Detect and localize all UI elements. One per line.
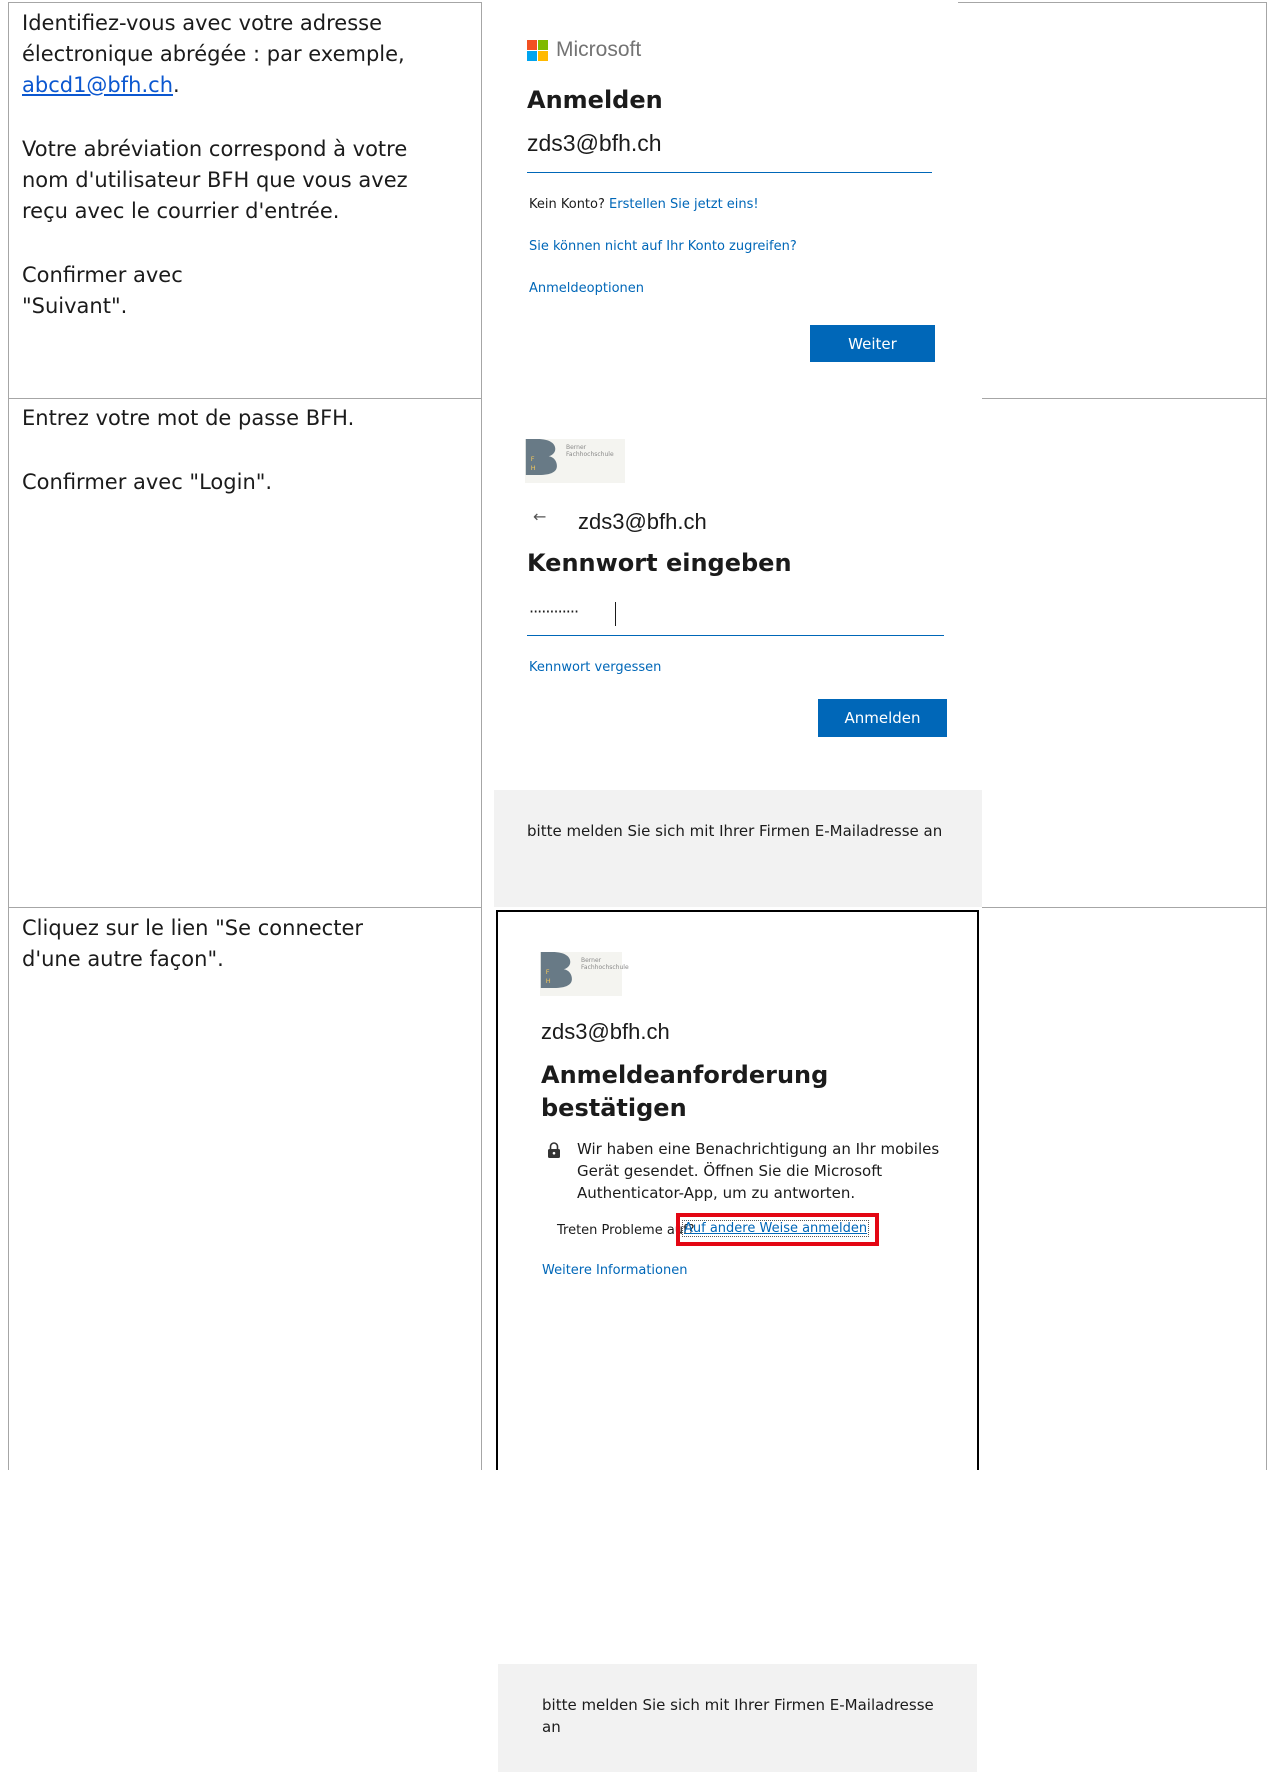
microsoft-brand-text: Microsoft bbox=[556, 38, 642, 61]
instruction-text: Entrez votre mot de passe BFH. bbox=[22, 406, 355, 430]
forgot-password-link[interactable]: Kennwort vergessen bbox=[529, 660, 661, 675]
bfh-logo: F H Berner Fachhochschule bbox=[540, 952, 629, 996]
instruction-text: Identifiez-vous avec votre adresse bbox=[22, 11, 383, 35]
instruction-text: Confirmer avec "Login". bbox=[22, 470, 273, 494]
notification-notice: Wir haben eine Benachrichtigung an Ihr m… bbox=[577, 1140, 940, 1202]
microsoft-logo-icon bbox=[527, 40, 548, 61]
row3-instructions: Cliquez sur le lien "Se connecter d'une … bbox=[22, 913, 472, 975]
password-input-underline bbox=[527, 635, 944, 636]
no-account-text: Kein Konto? bbox=[529, 197, 605, 212]
password-title: Kennwort eingeben bbox=[527, 549, 792, 577]
account-email: zds3@bfh.ch bbox=[578, 509, 707, 534]
row2-instructions: Entrez votre mot de passe BFH. Confirmer… bbox=[22, 403, 472, 498]
bfh-logo: F H Berner Fachhochschule bbox=[525, 439, 625, 483]
svg-text:F: F bbox=[531, 455, 535, 463]
password-input[interactable]: ············ bbox=[527, 599, 944, 635]
instruction-text: "Suivant". bbox=[22, 294, 128, 318]
create-account-link[interactable]: Erstellen Sie jetzt eins! bbox=[609, 197, 759, 212]
password-mask: ············ bbox=[529, 602, 579, 621]
bfh-b-logo-icon: F H bbox=[540, 952, 572, 988]
column-divider bbox=[481, 2, 482, 1470]
instruction-text: Cliquez sur le lien "Se connecter bbox=[22, 916, 364, 940]
text-cursor bbox=[615, 602, 616, 626]
instruction-text: Confirmer avec bbox=[22, 263, 183, 287]
approve-request-screenshot: F H Berner Fachhochschule zds3@bfh.ch An… bbox=[496, 910, 979, 1772]
row-divider-2-right bbox=[982, 907, 1267, 908]
instruction-text: nom d'utilisateur BFH que vous avez bbox=[22, 168, 408, 192]
no-account-line: Kein Konto? Erstellen Sie jetzt eins! bbox=[529, 197, 759, 212]
next-button[interactable]: Weiter bbox=[810, 325, 935, 362]
footer-text: bitte melden Sie sich mit Ihrer Firmen E… bbox=[527, 822, 943, 840]
account-email: zds3@bfh.ch bbox=[541, 1019, 670, 1044]
table-top-border-right bbox=[958, 2, 1267, 3]
back-arrow-icon[interactable]: ← bbox=[533, 507, 546, 526]
approve-request-title: Anmeldeanforderung bestätigen bbox=[541, 1061, 829, 1122]
footer-text: bitte melden Sie sich mit Ihrer Firmen E… bbox=[542, 1696, 934, 1736]
instruction-text: Votre abréviation correspond à votre bbox=[22, 137, 408, 161]
instruction-text: reçu avec le courrier d'entrée. bbox=[22, 199, 340, 223]
bfh-logo-text: Berner Fachhochschule bbox=[581, 957, 629, 971]
table-left-border bbox=[8, 2, 9, 1470]
table-top-border bbox=[8, 2, 482, 3]
problem-text: Treten Probleme auf? bbox=[557, 1223, 695, 1238]
svg-text:H: H bbox=[546, 977, 551, 985]
bfh-b-logo-icon: F H bbox=[525, 439, 557, 475]
row-divider-2 bbox=[8, 907, 482, 908]
email-input[interactable]: zds3@bfh.ch bbox=[527, 130, 931, 157]
microsoft-signin-screenshot: Microsoft Anmelden zds3@bfh.ch Kein Kont… bbox=[483, 3, 958, 397]
signin-button[interactable]: Anmelden bbox=[818, 699, 947, 737]
lock-icon bbox=[548, 1142, 560, 1158]
example-email-link[interactable]: abcd1@bfh.ch bbox=[22, 73, 173, 97]
instruction-text: d'une autre façon". bbox=[22, 947, 224, 971]
signin-title: Anmelden bbox=[527, 86, 663, 114]
email-input-underline bbox=[527, 172, 932, 173]
cant-access-account-link[interactable]: Sie können nicht auf Ihr Konto zugreifen… bbox=[529, 239, 797, 254]
bfh-logo-text: Berner Fachhochschule bbox=[566, 444, 614, 458]
instruction-email-line: abcd1@bfh.ch. bbox=[22, 73, 180, 97]
svg-text:F: F bbox=[546, 968, 550, 976]
svg-text:H: H bbox=[531, 464, 536, 472]
row-divider-1 bbox=[8, 398, 482, 399]
instruction-text: électronique abrégée : par exemple, bbox=[22, 42, 405, 66]
more-information-link[interactable]: Weitere Informationen bbox=[542, 1263, 687, 1278]
other-way-signin-link[interactable]: Auf andere Weise anmelden bbox=[681, 1220, 870, 1237]
footer-notice: bitte melden Sie sich mit Ihrer Firmen E… bbox=[494, 790, 982, 907]
row-divider-1-right bbox=[982, 398, 1267, 399]
signin-options-link[interactable]: Anmeldeoptionen bbox=[529, 281, 644, 296]
password-screenshot: F H Berner Fachhochschule ← zds3@bfh.ch … bbox=[483, 399, 982, 907]
row1-instructions: Identifiez-vous avec votre adresse élect… bbox=[22, 8, 472, 322]
